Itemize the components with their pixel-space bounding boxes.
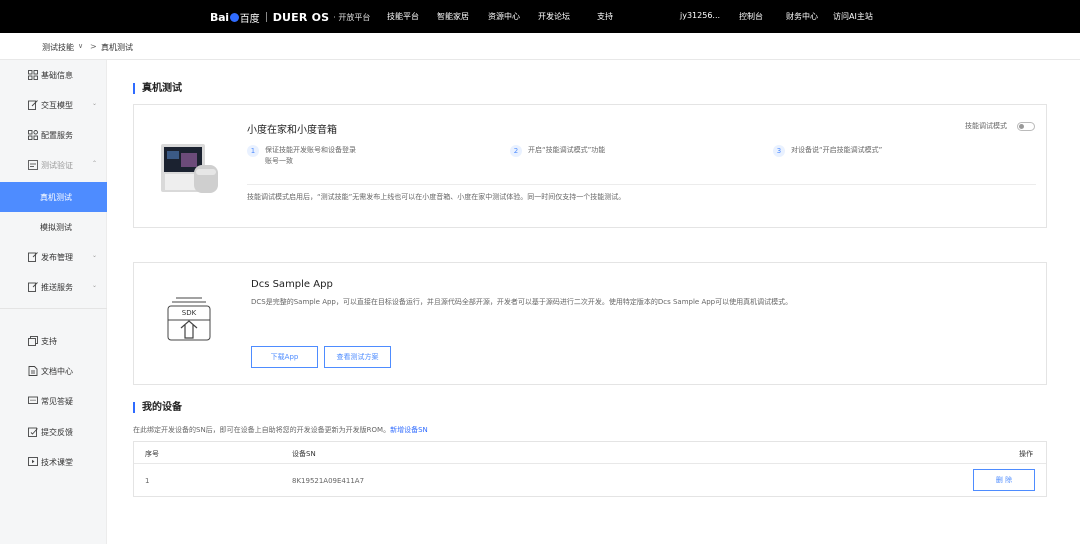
sidebar-item-label: 模拟测试: [40, 223, 72, 232]
sdk-card-desc: DCS是完整的Sample App，可以直接在目标设备运行，并且源代码全部开源，…: [251, 298, 793, 306]
step-number: 1: [247, 145, 259, 157]
sidebar-item-support[interactable]: 支持: [0, 327, 107, 355]
download-app-button[interactable]: 下载App: [251, 346, 318, 368]
sidebar-item-label: 发布管理: [41, 253, 73, 262]
sidebar-item-config-service[interactable]: 配置服务: [0, 121, 107, 149]
chevron-up-icon: ⌃: [92, 160, 98, 167]
nav-console[interactable]: 控制台: [739, 11, 763, 22]
chevron-down-icon: ⌄: [92, 100, 98, 107]
chevron-down-icon: ⌄: [92, 282, 98, 289]
sidebar-item-push-service[interactable]: 推送服务 ⌄: [0, 273, 107, 301]
sidebar-item-faq[interactable]: 常见答疑: [0, 387, 107, 415]
view-test-plan-button[interactable]: 查看测试方案: [324, 346, 391, 368]
push-icon: [28, 282, 38, 292]
delete-device-button[interactable]: 删 除: [973, 469, 1035, 491]
brand-du: 百度: [239, 13, 260, 25]
sidebar-item-label: 推送服务: [41, 283, 73, 292]
my-devices-desc-text: 在此绑定开发设备的SN后，即可在设备上自助将您的开发设备更新为开发版ROM。: [133, 426, 391, 434]
xiaodu-device-image: [161, 144, 218, 193]
my-devices-title: 我的设备: [133, 402, 182, 413]
step-number: 2: [510, 145, 522, 157]
step-text: 开启“技能调试模式”功能: [528, 146, 606, 154]
page-title: 真机测试: [133, 83, 182, 94]
brand-bai: Bai: [210, 10, 229, 24]
sidebar-item-label: 交互模型: [41, 101, 73, 110]
top-navbar: Bai 百度 DUER OS · 开放平台 技能平台 智能家居 资源中心 开发论…: [0, 0, 1080, 33]
chevron-down-icon: ⌄: [92, 252, 98, 259]
sidebar-item-doc-center[interactable]: 文档中心: [0, 357, 107, 385]
sidebar-item-label: 配置服务: [41, 131, 73, 140]
step-text: 保证技能开发账号和设备登录账号一致: [265, 146, 356, 165]
nav-resource-center[interactable]: 资源中心: [488, 11, 520, 22]
brand-logo[interactable]: Bai 百度 DUER OS · 开放平台: [210, 10, 371, 25]
table-row: 1 8K19521A09E411A7 删 除: [134, 465, 1046, 497]
settings-grid-icon: [28, 130, 38, 140]
nav-smart-home[interactable]: 智能家居: [437, 11, 469, 22]
sidebar-divider: [0, 308, 107, 309]
sidebar: 基础信息 交互模型 ⌄ 配置服务 测试验证 ⌃ 真机测试 模拟测试 发布管理 ⌄…: [0, 60, 107, 544]
column-header: 设备SN: [292, 450, 316, 458]
chat-icon: [28, 396, 38, 404]
my-devices-desc: 在此绑定开发设备的SN后，即可在设备上自助将您的开发设备更新为开发版ROM。新增…: [133, 425, 428, 435]
sidebar-item-label: 技术课堂: [41, 458, 73, 467]
step-text: 对设备说“开启技能调试模式”: [791, 146, 883, 154]
sdk-card-heading: Dcs Sample App: [251, 279, 333, 290]
table-header: 序号 设备SN 操作: [134, 442, 1046, 464]
nav-finance[interactable]: 财务中心: [786, 11, 818, 22]
sidebar-item-label: 提交反馈: [41, 428, 73, 437]
nav-dev-forum[interactable]: 开发论坛: [538, 11, 570, 22]
device-card-heading: 小度在家和小度音箱: [247, 125, 337, 136]
paw-icon: [229, 12, 239, 22]
add-device-sn-link[interactable]: 新增设备SN: [390, 426, 428, 434]
device-sn: 8K19521A09E411A7: [292, 477, 365, 485]
row-index: 1: [145, 477, 150, 485]
publish-icon: [28, 252, 38, 262]
grid-icon: [28, 70, 38, 80]
step-number: 3: [773, 145, 785, 157]
feedback-icon: [28, 427, 38, 437]
sidebar-item-label: 真机测试: [40, 193, 72, 202]
sidebar-item-feedback[interactable]: 提交反馈: [0, 418, 107, 446]
breadcrumb-parent[interactable]: 测试技能: [42, 42, 74, 53]
brand-dueros: DUER OS: [272, 10, 330, 24]
nav-ai-site[interactable]: 访问AI主站: [833, 11, 873, 22]
edit-icon: [28, 100, 38, 110]
sidebar-item-label: 基础信息: [41, 71, 73, 80]
nav-support[interactable]: 支持: [597, 11, 613, 22]
breadcrumb-current: 真机测试: [101, 43, 133, 52]
debug-mode-toggle[interactable]: [1017, 122, 1035, 131]
doc-icon: [28, 366, 38, 376]
sdk-icon: [167, 297, 211, 341]
brand-divider: [265, 12, 267, 22]
sidebar-item-tech-class[interactable]: 技术课堂: [0, 448, 107, 476]
debug-mode-label: 技能调试模式: [965, 122, 1007, 130]
sidebar-item-publish[interactable]: 发布管理 ⌄: [0, 243, 107, 271]
sidebar-item-device-test[interactable]: 真机测试: [0, 182, 107, 212]
sidebar-item-interaction-model[interactable]: 交互模型 ⌄: [0, 91, 107, 119]
sidebar-item-test-verify[interactable]: 测试验证 ⌃: [0, 151, 107, 179]
copy-icon: [28, 336, 38, 346]
breadcrumb: 测试技能 ∨ > 真机测试: [0, 33, 1080, 60]
breadcrumb-separator: >: [90, 42, 97, 51]
user-account[interactable]: jy31256...: [680, 11, 720, 20]
test-icon: [28, 160, 38, 170]
sidebar-item-basic-info[interactable]: 基础信息: [0, 61, 107, 89]
sidebar-item-label: 测试验证: [41, 161, 73, 170]
column-header: 操作: [1019, 450, 1033, 458]
nav-skill-platform[interactable]: 技能平台: [387, 11, 419, 22]
sidebar-item-label: 文档中心: [41, 367, 73, 376]
column-header: 序号: [145, 450, 159, 458]
card-divider: [247, 184, 1036, 185]
sidebar-item-simulated-test[interactable]: 模拟测试: [0, 213, 107, 241]
debug-mode-note: 技能调试模式启用后，“测试技能”无需发布上线也可以在小度音箱、小度在家中测试体验…: [247, 193, 626, 201]
sidebar-item-label: 支持: [41, 337, 57, 346]
sidebar-item-label: 常见答疑: [41, 397, 73, 406]
brand-platform: · 开放平台: [333, 12, 371, 22]
devices-table: 序号 设备SN 操作 1 8K19521A09E411A7 删 除: [133, 441, 1047, 497]
sdk-label: SDK: [181, 309, 197, 317]
class-icon: [28, 457, 38, 466]
chevron-down-icon[interactable]: ∨: [78, 42, 83, 50]
